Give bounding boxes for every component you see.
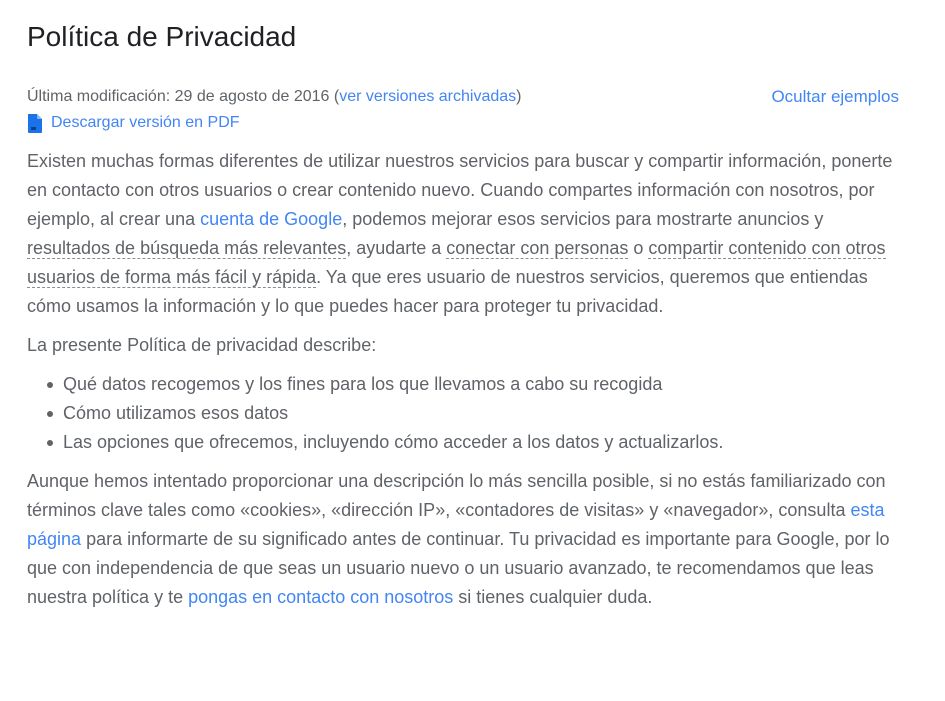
download-pdf-link[interactable]: Descargar versión en PDF [51,112,240,134]
describe-list: Qué datos recogemos y los fines para los… [27,370,899,457]
describe-heading: La presente Política de privacidad descr… [27,335,377,355]
intro-text-4: o [628,238,649,258]
google-account-link[interactable]: cuenta de Google [200,209,342,229]
example-connect-people[interactable]: conectar con personas [446,238,629,259]
intro-paragraph: Existen muchas formas diferentes de util… [27,147,899,321]
document-icon [27,113,43,133]
page-title: Política de Privacidad [27,21,297,52]
closing-text-1: Aunque hemos intentado proporcionar una … [27,471,886,520]
intro-text-3: , ayudarte a [346,238,447,258]
contact-us-link[interactable]: pongas en contacto con nosotros [188,587,453,607]
download-pdf[interactable]: Descargar versión en PDF [27,112,899,134]
example-relevant-results[interactable]: resultados de búsqueda más relevantes [27,238,347,259]
list-item: Las opciones que ofrecemos, incluyendo c… [47,428,899,457]
hide-examples-link[interactable]: Ocultar ejemplos [771,85,899,109]
archived-versions-link[interactable]: ver versiones archivadas [339,88,516,105]
privacy-policy-page: Política de Privacidad Última modificaci… [27,0,899,622]
policy-body: Existen muchas formas diferentes de util… [27,147,899,612]
intro-text-2: , podemos mejorar esos servicios para mo… [342,209,824,229]
last-modified-suffix: ) [516,88,522,105]
meta-row: Última modificación: 29 de agosto de 201… [27,85,899,135]
closing-paragraph: Aunque hemos intentado proporcionar una … [27,467,899,612]
closing-text-3: si tienes cualquier duda. [453,587,653,607]
last-modified-text: Última modificación: 29 de agosto de 201… [27,88,340,105]
list-item: Cómo utilizamos esos datos [47,399,899,428]
last-modified: Última modificación: 29 de agosto de 201… [27,85,899,109]
list-item: Qué datos recogemos y los fines para los… [47,370,899,399]
